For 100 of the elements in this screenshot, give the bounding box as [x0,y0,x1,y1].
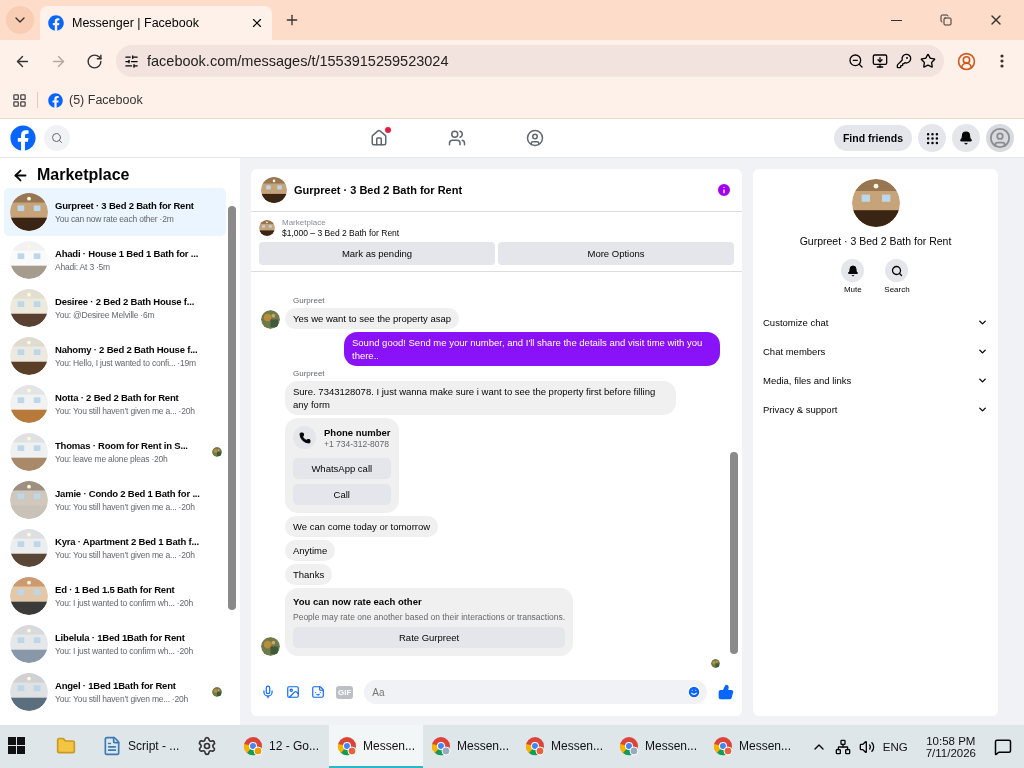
taskbar-item[interactable]: Script - ... [94,725,189,768]
bookmark-link[interactable]: (5) Facebook [48,92,143,108]
network-icon[interactable] [834,738,851,755]
info-section[interactable]: Chat members [753,337,998,366]
grid-icon [924,130,940,146]
chevron-icon [977,404,988,415]
microphone-icon[interactable] [261,685,275,699]
message-time: ·20h [151,454,168,464]
message-time: ·20h [178,406,195,416]
image-icon[interactable] [286,685,300,699]
like-icon[interactable] [718,684,734,700]
taskbar-item[interactable]: Messen... [611,725,705,768]
key-icon[interactable] [896,53,912,69]
notepad-icon [102,735,122,756]
chevron-icon [977,346,988,357]
facebook-logo-icon[interactable] [10,125,36,151]
chevron-icon [977,317,988,328]
groups-nav-icon[interactable] [526,129,544,147]
close-tab-icon[interactable] [250,16,264,30]
browser-icon [713,735,733,756]
browser-icon [525,735,545,756]
message-field[interactable]: Aa [364,680,707,704]
info-section[interactable]: Media, files and links [753,366,998,395]
conversation-item[interactable]: Kyra · Apartment 2 Bed 1 Bath f... You: You still haven’t given me a... ·20h [4,524,226,572]
message-time: ·2m [159,214,174,224]
message-preview: You: You still haven’t given me a... [55,550,177,560]
sticker-icon[interactable] [311,685,325,699]
info-icon[interactable] [716,182,732,198]
conversation-item[interactable]: Gurpreet · 3 Bed 2 Bath for Rent You can now rate each other ·2m [4,188,226,236]
conversation-title: Notta · 2 Bed 2 Bath for Rent [55,392,180,403]
listing-title: $1,000 – 3 Bed 2 Bath for Rent [282,228,400,238]
find-friends-button[interactable]: Find friends [833,125,912,151]
conversation-item[interactable]: Ed · 1 Bed 1.5 Bath for Rent You: I just wanted to confirm wh... ·20h [4,572,226,620]
message-time: ·20h [171,694,189,704]
tab-search-button[interactable] [6,6,34,34]
message-preview: You: You still haven’t given me a... [55,502,177,512]
phone-icon [298,431,311,444]
site-settings-icon[interactable] [124,53,139,69]
conversation-item[interactable]: Thomas · Room for Rent in S... You: leave me alone pleas ·20h [4,428,226,476]
friends-nav-icon[interactable] [448,129,466,147]
message-bubble: Sound good! Send me your number, and I'll share the details and visit time with you there.. [344,332,720,366]
search-button[interactable] [44,125,70,151]
scrollbar[interactable] [228,206,236,610]
conversation-title: Desiree · 2 Bed 2 Bath House f... [55,296,196,307]
phone-number: +1 734-312-8078 [324,438,390,449]
conversation-title: Nahomy · 2 Bed 2 Bath House f... [55,344,199,355]
message-bubble: Sure. 7343128078. I just wanna make sure i want to see the property first before filling any form [285,381,676,415]
info-section[interactable]: Customize chat [753,308,998,337]
install-icon[interactable] [872,53,888,69]
conversation-item[interactable]: Notta · 2 Bed 2 Bath for Rent You: You still haven’t given me a... ·20h [4,380,226,428]
zoom-icon[interactable] [848,53,864,69]
info-section[interactable]: Privacy & support [753,395,998,424]
message-preview: You: leave me alone pleas [55,454,150,464]
notifications-button[interactable] [952,124,980,152]
conversation-title: Angel · 1Bed 1Bath for Rent [55,680,177,691]
conversation-title: Libelula · 1Bed 1Bath for Rent [55,632,186,643]
volume-icon[interactable] [858,738,875,755]
conversation-item[interactable]: Angel · 1Bed 1Bath for Rent You: You still haven’t given me... ·20h [4,668,226,716]
menu-grid-button[interactable] [918,124,946,152]
taskbar-item[interactable]: Messen... [329,725,423,768]
message-bubble: Yes we want to see the property asap [285,308,460,329]
sender-name: Gurpreet [293,369,326,378]
call-button[interactable]: Call [293,484,391,505]
conversation-title: Ed · 1 Bed 1.5 Bath for Rent [55,584,176,595]
clock[interactable]: 10:58 PM 7/11/2026 [925,734,976,759]
browser-icon [337,735,357,756]
apps-icon[interactable] [12,92,27,108]
facebook-icon [48,15,64,31]
settings-icon [197,735,217,756]
home-nav-icon[interactable] [370,129,388,147]
conversation-title: Jamie · Condo 2 Bed 1 Bath for ... [55,488,201,499]
conversation-name: Gurpreet · 3 Bed 2 Bath for Rent [798,235,953,247]
conversation-item[interactable]: Desiree · 2 Bed 2 Bath House f... You: @Desiree Melville ·6m [4,284,226,332]
taskbar-item[interactable]: Messen... [517,725,611,768]
taskbar-item[interactable]: Messen... [705,725,799,768]
conversation-item[interactable]: Jamie · Condo 2 Bed 1 Bath for ... You: You still haven’t given me a... ·20h [4,476,226,524]
taskbar-item[interactable]: 12 - Go... [235,725,329,768]
listing-action-button[interactable]: More Options [498,242,734,265]
conversation-title: Kyra · Apartment 2 Bed 1 Bath f... [55,536,200,547]
listing-action-button[interactable]: Mark as pending [259,242,495,265]
browser-icon [243,735,263,756]
rate-button[interactable]: Rate Gurpreet [293,627,566,648]
message-preview: You can now rate each other [55,214,158,224]
bell-icon [959,131,973,145]
bookmark-star-icon[interactable] [920,53,936,69]
message-time: ·20h [176,646,193,656]
conversation-item[interactable]: Libelula · 1Bed 1Bath for Rent You: I just wanted to confirm wh... ·20h [4,620,226,668]
call-button[interactable]: WhatsApp call [293,458,391,479]
language-indicator[interactable]: ENG [882,740,908,753]
profile-icon [956,51,976,71]
browser-tab[interactable]: Messenger | Facebook [40,6,272,40]
conversation-title: Ahadi · House 1 Bed 1 Bath for ... [55,248,200,259]
conversation-item[interactable]: Ahadi · House 1 Bed 1 Bath for ... Ahadi: At 3 ·5m [4,236,226,284]
notifications-icon[interactable] [994,737,1012,756]
bell-icon [846,264,859,277]
taskbar-item[interactable]: Messen... [423,725,517,768]
account-button[interactable] [986,124,1014,152]
scrollbar[interactable] [730,452,738,654]
emoji-icon[interactable] [687,685,701,699]
conversation-item[interactable]: Nahomy · 2 Bed 2 Bath House f... You: Hello, I just wanted to confi... ·19m [4,332,226,380]
